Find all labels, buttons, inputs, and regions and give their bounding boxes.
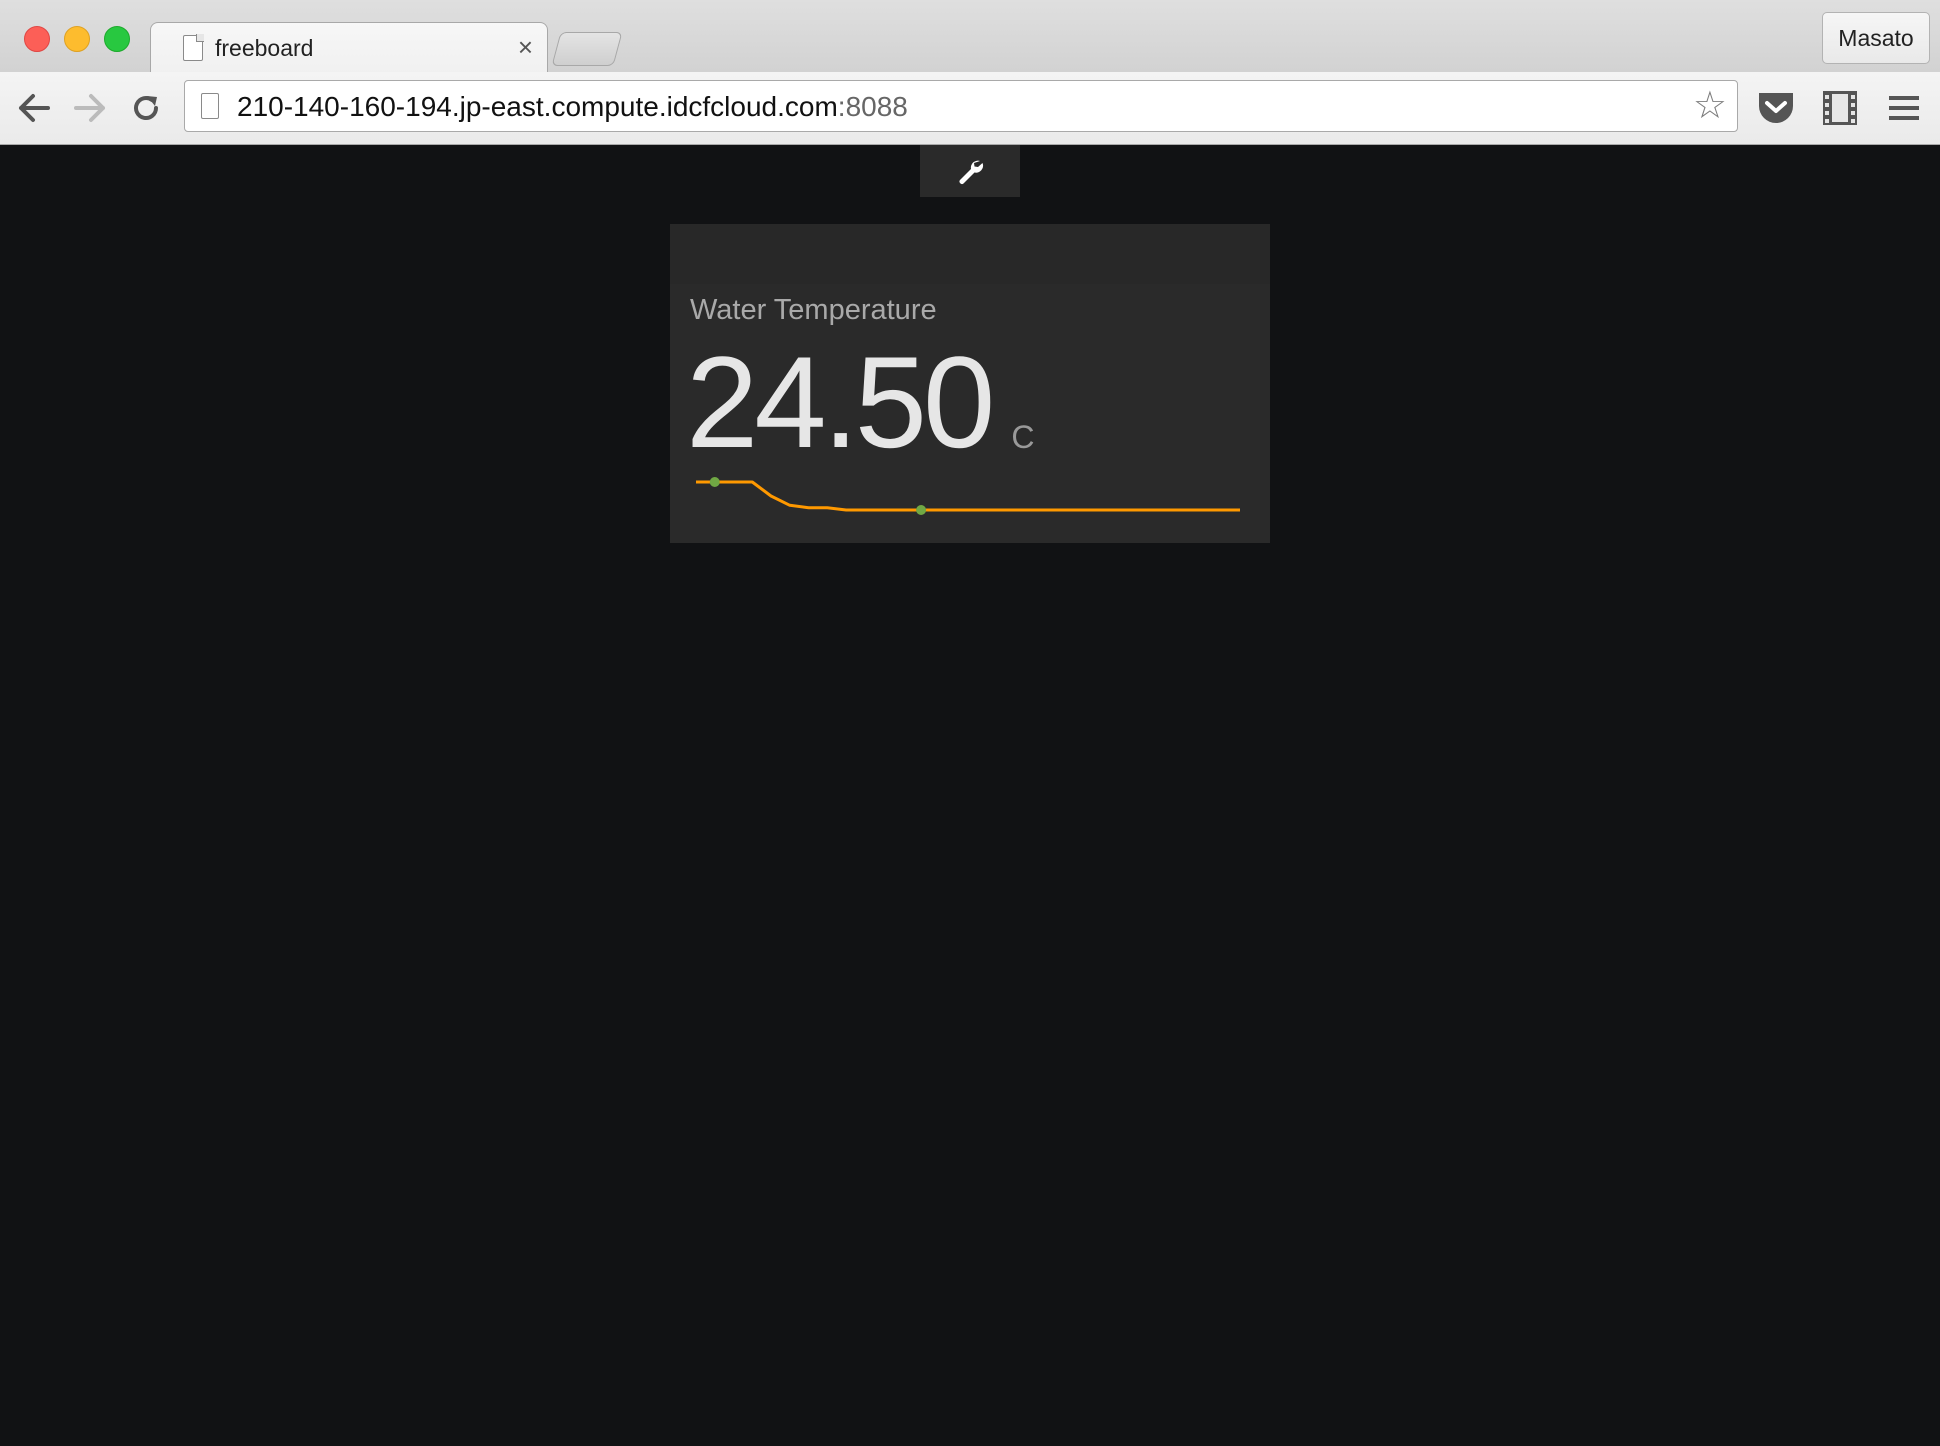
tab-close-icon[interactable]: × bbox=[518, 32, 533, 63]
tab-strip: freeboard × Masato bbox=[0, 0, 1940, 75]
forward-arrow-icon bbox=[74, 94, 105, 122]
freeboard-dashboard: Water Temperature 24.50 C bbox=[0, 145, 1940, 1446]
widget-value-row: 24.50 C bbox=[686, 329, 1035, 475]
film-extension-button[interactable] bbox=[1818, 86, 1862, 130]
reload-icon bbox=[134, 96, 158, 120]
active-tab[interactable]: freeboard × bbox=[150, 22, 548, 75]
widget-value: 24.50 bbox=[686, 329, 995, 475]
widget-units: C bbox=[1011, 419, 1035, 455]
widget-title: Water Temperature bbox=[690, 294, 937, 326]
sparkline-series-line bbox=[696, 480, 1240, 512]
tab-title: freeboard bbox=[215, 35, 314, 61]
close-window-button[interactable] bbox=[24, 26, 50, 52]
url-host: 210-140-160-194.jp-east.compute.idcfclou… bbox=[237, 91, 838, 122]
wrench-icon bbox=[959, 160, 984, 184]
sparkline-marker-1 bbox=[709, 477, 720, 487]
new-tab-button[interactable] bbox=[551, 32, 623, 66]
browser-toolbar: 210-140-160-194.jp-east.compute.idcfclou… bbox=[0, 72, 1940, 144]
page-icon bbox=[183, 35, 203, 61]
reload-button[interactable] bbox=[124, 86, 168, 130]
hamburger-menu-icon bbox=[1889, 96, 1919, 120]
film-strip-icon bbox=[1823, 91, 1857, 125]
browser-chrome: freeboard × Masato 210-140-160-194.jp-ea… bbox=[0, 0, 1940, 145]
url-text[interactable]: 210-140-160-194.jp-east.compute.idcfclou… bbox=[237, 91, 908, 123]
pocket-extension-button[interactable] bbox=[1754, 86, 1798, 130]
page-icon bbox=[201, 93, 219, 119]
minimize-window-button[interactable] bbox=[64, 26, 90, 52]
url-port: :8088 bbox=[837, 91, 908, 122]
bookmark-star-icon[interactable]: ☆ bbox=[1693, 85, 1727, 127]
back-button[interactable] bbox=[12, 86, 56, 130]
widget-pane: Water Temperature 24.50 C bbox=[670, 224, 1270, 543]
maximize-window-button[interactable] bbox=[104, 26, 130, 52]
address-bar[interactable]: 210-140-160-194.jp-east.compute.idcfclou… bbox=[184, 80, 1738, 132]
profile-button[interactable]: Masato bbox=[1822, 12, 1930, 64]
pocket-icon bbox=[1759, 93, 1793, 123]
sparkline-chart bbox=[696, 477, 1240, 515]
pane-header bbox=[670, 224, 1270, 284]
forward-button[interactable] bbox=[68, 86, 112, 130]
chrome-menu-button[interactable] bbox=[1882, 86, 1926, 130]
admin-toggle-button[interactable] bbox=[920, 145, 1020, 197]
sparkline-marker-2 bbox=[916, 505, 927, 515]
back-arrow-icon bbox=[19, 94, 50, 122]
